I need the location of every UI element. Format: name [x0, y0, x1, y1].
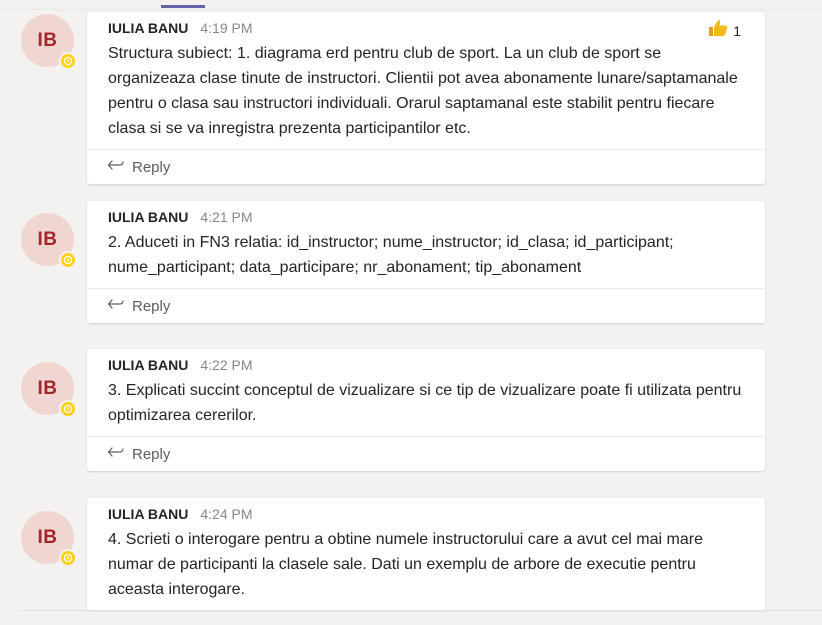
message-text: 3. Explicati succint conceptul de vizual… [108, 382, 742, 424]
message-timestamp: 4:22 PM [200, 357, 253, 373]
top-strip [0, 0, 822, 10]
avatar-initials: IB [37, 526, 58, 548]
message-body[interactable]: IULIA BANU 4:19 PM Structura subiect: 1.… [87, 12, 765, 149]
avatar-initials: IB [37, 377, 58, 399]
compose-divider [20, 610, 822, 611]
thumbs-up-icon [708, 19, 728, 42]
like-reaction[interactable]: 1 [708, 19, 741, 42]
presence-away-icon [59, 400, 77, 418]
reply-arrow-icon [107, 445, 124, 464]
message-card: IULIA BANU 4:21 PM 2. Aduceti in FN3 rel… [87, 201, 765, 323]
presence-away-icon [59, 251, 77, 269]
reply-button[interactable]: Reply [87, 288, 765, 323]
message-timestamp: 4:21 PM [200, 209, 253, 225]
presence-away-icon [59, 52, 77, 70]
reply-button[interactable]: Reply [87, 149, 765, 184]
reply-label: Reply [132, 158, 171, 176]
message-author: IULIA BANU [108, 506, 189, 522]
message-card: IULIA BANU 4:24 PM 4. Scrieti o interoga… [87, 498, 765, 610]
message-author: IULIA BANU [108, 209, 189, 225]
reply-label: Reply [132, 297, 171, 315]
message-body[interactable]: IULIA BANU 4:24 PM 4. Scrieti o interoga… [87, 498, 765, 610]
active-tab-indicator [161, 5, 205, 8]
message-timestamp: 4:19 PM [200, 20, 253, 36]
message-text: 2. Aduceti in FN3 relatia: id_instructor… [108, 234, 674, 276]
message-body[interactable]: IULIA BANU 4:22 PM 3. Explicati succint … [87, 349, 765, 436]
reply-label: Reply [132, 445, 171, 463]
message-author: IULIA BANU [108, 357, 189, 373]
avatar-initials: IB [37, 29, 58, 51]
message-author: IULIA BANU [108, 20, 189, 36]
presence-away-icon [59, 549, 77, 567]
message-text: Structura subiect: 1. diagrama erd pentr… [108, 45, 738, 137]
reply-arrow-icon [107, 297, 124, 316]
message-timestamp: 4:24 PM [200, 506, 253, 522]
message-card: IULIA BANU 4:19 PM Structura subiect: 1.… [87, 12, 765, 184]
message-card: IULIA BANU 4:22 PM 3. Explicati succint … [87, 349, 765, 471]
reply-button[interactable]: Reply [87, 436, 765, 471]
message-body[interactable]: IULIA BANU 4:21 PM 2. Aduceti in FN3 rel… [87, 201, 765, 288]
avatar-initials: IB [37, 228, 58, 250]
reply-arrow-icon [107, 158, 124, 177]
message-text: 4. Scrieti o interogare pentru a obtine … [108, 531, 703, 598]
reaction-count: 1 [733, 22, 741, 39]
